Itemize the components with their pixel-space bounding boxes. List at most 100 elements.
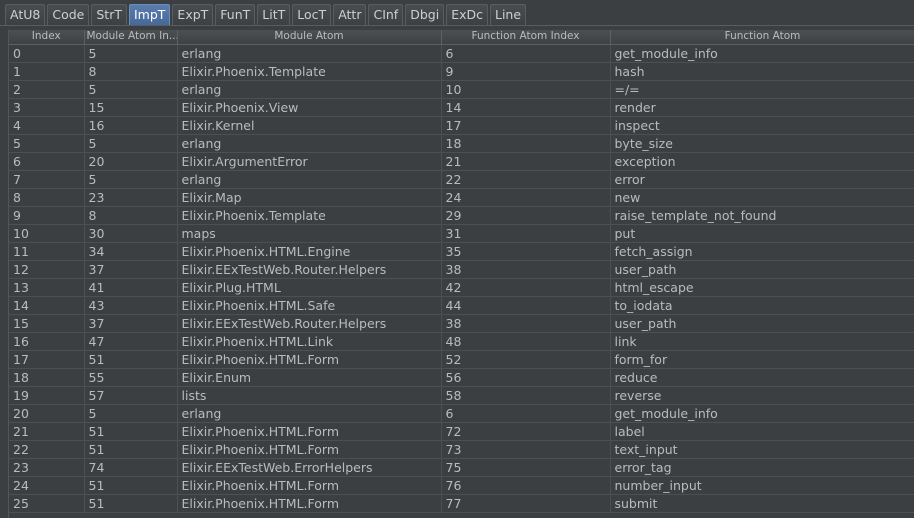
cell-index: 14 bbox=[9, 296, 85, 315]
cell-module-atom: Elixir.Kernel bbox=[177, 116, 442, 135]
table-row[interactable]: 24 51 Elixir.Phoenix.HTML.Form 76 number_inp… bbox=[9, 476, 914, 495]
cell-module-atom: Elixir.Enum bbox=[177, 368, 442, 387]
table-row[interactable]: 22 51 Elixir.Phoenix.HTML.Form 73 text_input bbox=[9, 440, 914, 459]
cell-module-atom-index: 5 bbox=[84, 134, 178, 153]
cell-function-atom: =/= bbox=[610, 80, 914, 99]
table-row[interactable]: 1 8 Elixir.Phoenix.Template 9 hash bbox=[9, 62, 914, 81]
cell-function-atom: raise_template_not_found bbox=[610, 206, 914, 225]
cell-function-atom: label bbox=[610, 422, 914, 441]
cell-function-atom-index: 18 bbox=[441, 134, 611, 153]
cell-function-atom-index: 52 bbox=[441, 350, 611, 369]
tab-expt[interactable]: ExpT bbox=[172, 4, 214, 25]
cell-module-atom-index: 5 bbox=[84, 44, 178, 63]
cell-function-atom: hash bbox=[610, 62, 914, 81]
table-row[interactable]: 2 5 erlang 10 =/= bbox=[9, 80, 914, 99]
table-row[interactable]: 5 5 erlang 18 byte_size bbox=[9, 134, 914, 153]
cell-module-atom: Elixir.Phoenix.Template bbox=[177, 62, 442, 81]
cell-module-atom: Elixir.EExTestWeb.ErrorHelpers bbox=[177, 458, 442, 477]
cell-function-atom-index: 48 bbox=[441, 332, 611, 351]
table-row[interactable]: 12 37 Elixir.EExTestWeb.Router.Helpers 38 us… bbox=[9, 260, 914, 279]
tab-funt[interactable]: FunT bbox=[215, 4, 256, 25]
table-row[interactable]: 8 23 Elixir.Map 24 new bbox=[9, 188, 914, 207]
table-row[interactable]: 25 51 Elixir.Phoenix.HTML.Form 77 submit bbox=[9, 494, 914, 513]
cell-module-atom: erlang bbox=[177, 170, 442, 189]
cell-function-atom-index: 56 bbox=[441, 368, 611, 387]
table-row[interactable]: 14 43 Elixir.Phoenix.HTML.Safe 44 to_iodata bbox=[9, 296, 914, 315]
cell-function-atom-index: 29 bbox=[441, 206, 611, 225]
cell-index: 25 bbox=[9, 494, 85, 513]
table-row[interactable]: 19 57 lists 58 reverse bbox=[9, 386, 914, 405]
cell-index: 3 bbox=[9, 98, 85, 117]
column-header-index[interactable]: Index bbox=[9, 30, 85, 45]
cell-module-atom-index: 51 bbox=[84, 476, 178, 495]
cell-index: 8 bbox=[9, 188, 85, 207]
tab-cinf[interactable]: CInf bbox=[368, 4, 404, 25]
cell-function-atom: get_module_info bbox=[610, 44, 914, 63]
cell-function-atom: error bbox=[610, 170, 914, 189]
table-row[interactable]: 21 51 Elixir.Phoenix.HTML.Form 72 label bbox=[9, 422, 914, 441]
cell-index: 20 bbox=[9, 404, 85, 423]
cell-index: 24 bbox=[9, 476, 85, 495]
cell-module-atom: Elixir.Phoenix.HTML.Form bbox=[177, 350, 442, 369]
cell-index: 0 bbox=[9, 44, 85, 63]
cell-module-atom: Elixir.Phoenix.HTML.Safe bbox=[177, 296, 442, 315]
cell-index: 23 bbox=[9, 458, 85, 477]
table-row[interactable]: 23 74 Elixir.EExTestWeb.ErrorHelpers 75 erro… bbox=[9, 458, 914, 477]
cell-module-atom-index: 8 bbox=[84, 62, 178, 81]
tab-strt[interactable]: StrT bbox=[91, 4, 127, 25]
table-row[interactable]: 11 34 Elixir.Phoenix.HTML.Engine 35 fetch_as… bbox=[9, 242, 914, 261]
import-table-container[interactable]: Index Module Atom In... Module Atom Func… bbox=[8, 30, 914, 518]
cell-function-atom: put bbox=[610, 224, 914, 243]
cell-module-atom-index: 43 bbox=[84, 296, 178, 315]
cell-module-atom: Elixir.Phoenix.HTML.Form bbox=[177, 422, 442, 441]
tab-impt[interactable]: ImpT bbox=[128, 4, 171, 25]
tab-dbgi[interactable]: Dbgi bbox=[405, 4, 445, 25]
cell-function-atom-index: 6 bbox=[441, 404, 611, 423]
cell-function-atom-index: 24 bbox=[441, 188, 611, 207]
tab-attr[interactable]: Attr bbox=[333, 4, 367, 25]
table-row[interactable]: 6 20 Elixir.ArgumentError 21 exception bbox=[9, 152, 914, 171]
cell-function-atom: text_input bbox=[610, 440, 914, 459]
cell-module-atom-index: 51 bbox=[84, 422, 178, 441]
tab-exdc[interactable]: ExDc bbox=[446, 4, 488, 25]
tab-line[interactable]: Line bbox=[489, 4, 527, 25]
column-header-function-atom[interactable]: Function Atom bbox=[610, 30, 914, 45]
cell-module-atom: Elixir.Phoenix.Template bbox=[177, 206, 442, 225]
table-row[interactable]: 17 51 Elixir.Phoenix.HTML.Form 52 form_for bbox=[9, 350, 914, 369]
cell-module-atom-index: 5 bbox=[84, 404, 178, 423]
table-row[interactable]: 16 47 Elixir.Phoenix.HTML.Link 48 link bbox=[9, 332, 914, 351]
cell-function-atom-index: 22 bbox=[441, 170, 611, 189]
cell-module-atom: erlang bbox=[177, 80, 442, 99]
tab-litt[interactable]: LitT bbox=[257, 4, 291, 25]
table-row[interactable]: 0 5 erlang 6 get_module_info bbox=[9, 44, 914, 63]
column-header-module-atom[interactable]: Module Atom bbox=[177, 30, 442, 45]
cell-module-atom: Elixir.Phoenix.View bbox=[177, 98, 442, 117]
cell-function-atom: exception bbox=[610, 152, 914, 171]
table-row[interactable]: 4 16 Elixir.Kernel 17 inspect bbox=[9, 116, 914, 135]
table-row[interactable]: 3 15 Elixir.Phoenix.View 14 render bbox=[9, 98, 914, 117]
import-table: Index Module Atom In... Module Atom Func… bbox=[9, 30, 914, 513]
cell-module-atom-index: 47 bbox=[84, 332, 178, 351]
cell-function-atom: error_tag bbox=[610, 458, 914, 477]
table-row[interactable]: 18 55 Elixir.Enum 56 reduce bbox=[9, 368, 914, 387]
cell-module-atom: erlang bbox=[177, 134, 442, 153]
table-row[interactable]: 10 30 maps 31 put bbox=[9, 224, 914, 243]
table-row[interactable]: 7 5 erlang 22 error bbox=[9, 170, 914, 189]
table-row[interactable]: 9 8 Elixir.Phoenix.Template 29 raise_templat… bbox=[9, 206, 914, 225]
tab-atu8[interactable]: AtU8 bbox=[5, 4, 46, 25]
cell-index: 9 bbox=[9, 206, 85, 225]
tab-loct[interactable]: LocT bbox=[292, 4, 332, 25]
column-header-function-atom-index[interactable]: Function Atom Index bbox=[441, 30, 611, 45]
cell-module-atom-index: 51 bbox=[84, 440, 178, 459]
cell-function-atom: new bbox=[610, 188, 914, 207]
table-row[interactable]: 13 41 Elixir.Plug.HTML 42 html_escape bbox=[9, 278, 914, 297]
table-header-row: Index Module Atom In... Module Atom Func… bbox=[9, 30, 914, 45]
column-header-module-atom-index[interactable]: Module Atom In... bbox=[84, 30, 178, 45]
cell-index: 4 bbox=[9, 116, 85, 135]
tab-code[interactable]: Code bbox=[47, 4, 90, 25]
table-row[interactable]: 15 37 Elixir.EExTestWeb.Router.Helpers 38 us… bbox=[9, 314, 914, 333]
cell-module-atom-index: 41 bbox=[84, 278, 178, 297]
cell-module-atom-index: 37 bbox=[84, 260, 178, 279]
cell-index: 21 bbox=[9, 422, 85, 441]
table-row[interactable]: 20 5 erlang 6 get_module_info bbox=[9, 404, 914, 423]
